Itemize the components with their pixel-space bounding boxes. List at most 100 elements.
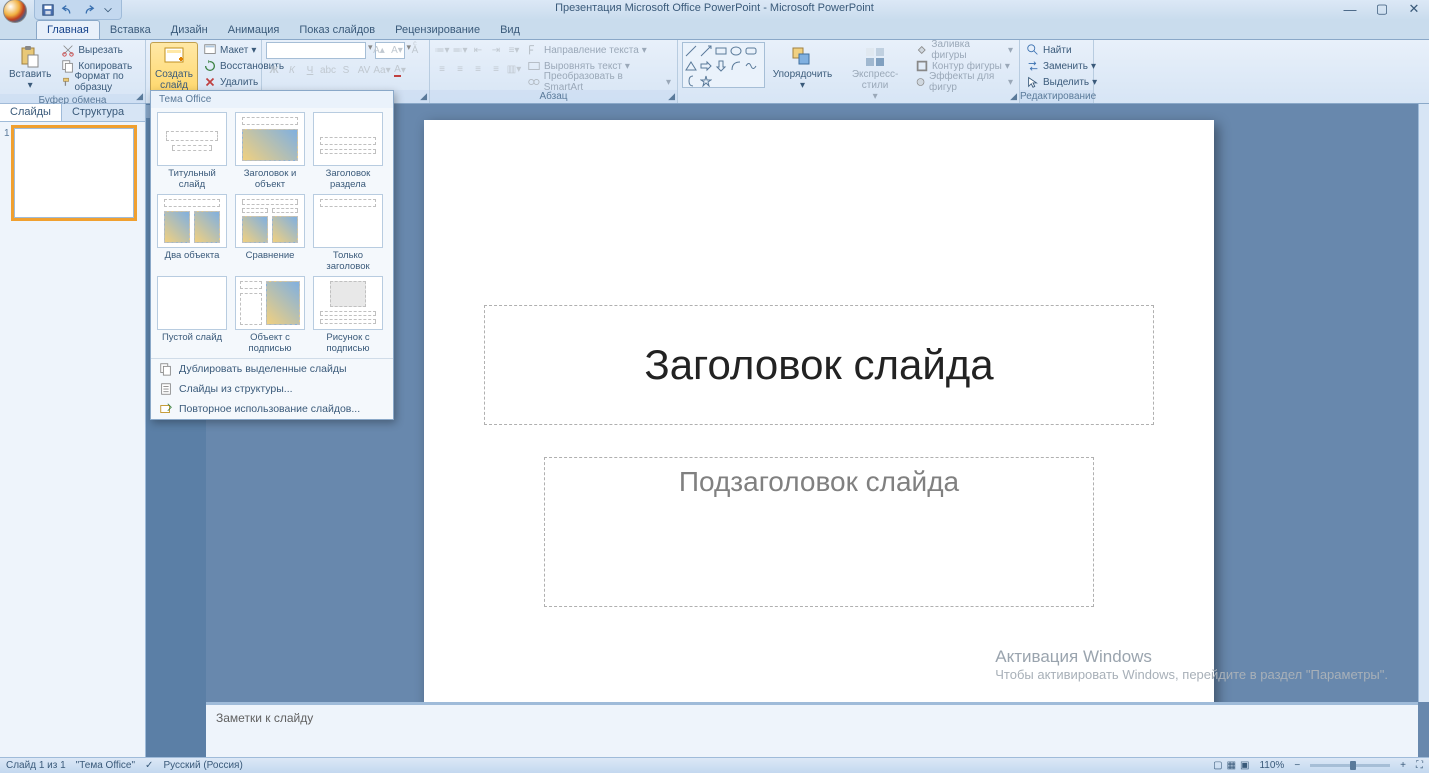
format-painter-button[interactable]: Формат по образцу — [59, 74, 141, 90]
underline-button[interactable]: Ч — [302, 62, 318, 78]
spellcheck-icon[interactable]: ✓ — [145, 760, 153, 771]
line-spacing-button[interactable]: ≡▾ — [506, 42, 522, 58]
tab-insert[interactable]: Вставка — [100, 21, 161, 39]
clear-format-button[interactable]: Aͨ — [407, 42, 423, 58]
arrange-button[interactable]: Упорядочить▾ — [768, 42, 838, 94]
decrease-indent-button[interactable]: ⇤ — [470, 42, 486, 58]
ribbon-tabs: Главная Вставка Дизайн Анимация Показ сл… — [0, 20, 1429, 40]
maximize-button[interactable]: ▢ — [1371, 0, 1393, 18]
slides-from-outline-cmd[interactable]: Слайды из структуры... — [151, 379, 393, 399]
align-right-button[interactable]: ≡ — [470, 61, 486, 77]
tab-home[interactable]: Главная — [36, 20, 100, 39]
undo-icon[interactable] — [61, 3, 75, 17]
columns-button[interactable]: ▥▾ — [506, 61, 522, 77]
title-placeholder[interactable]: Заголовок слайда — [484, 305, 1154, 425]
save-icon[interactable] — [41, 3, 55, 17]
redo-icon[interactable] — [81, 3, 95, 17]
zoom-level[interactable]: 110% — [1259, 760, 1284, 771]
layout-title-content[interactable]: Заголовок и объект — [233, 112, 307, 190]
layout-section-header[interactable]: Заголовок раздела — [311, 112, 385, 190]
thumb-number: 1 — [4, 128, 10, 218]
left-pane-tabs: Слайды Структура — [0, 104, 145, 122]
shape-roundrect-icon — [745, 45, 757, 57]
tab-review[interactable]: Рецензирование — [385, 21, 490, 39]
layout-content-caption[interactable]: Объект с подписью — [233, 276, 307, 354]
layout-picture-caption[interactable]: Рисунок с подписью — [311, 276, 385, 354]
tab-slides-thumbnails[interactable]: Слайды — [0, 104, 62, 121]
numbering-button[interactable]: ≕▾ — [452, 42, 468, 58]
paste-button[interactable]: Вставить▾ — [4, 42, 56, 94]
layout-icon — [203, 43, 217, 57]
change-case-button[interactable]: Aa▾ — [374, 62, 390, 78]
fit-window-button[interactable]: ⛶ — [1416, 760, 1423, 771]
text-direction-button[interactable]: Направление текста ▾ — [525, 42, 673, 58]
group-drawing: Упорядочить▾ Экспресс-стили▾ Заливка фиг… — [678, 40, 1020, 103]
effects-icon — [915, 75, 926, 89]
strikethrough-button[interactable]: abc — [320, 62, 336, 78]
subtitle-placeholder[interactable]: Подзаголовок слайда — [544, 457, 1094, 607]
minimize-button[interactable]: ― — [1339, 0, 1361, 18]
tab-view[interactable]: Вид — [490, 21, 530, 39]
close-button[interactable]: ✕ — [1403, 0, 1425, 18]
notes-pane[interactable]: Заметки к слайду — [206, 702, 1418, 757]
layout-popup-header: Тема Office — [151, 91, 393, 108]
slide-thumbnail-row: 1 — [0, 122, 145, 224]
align-left-button[interactable]: ≡ — [434, 61, 450, 77]
align-center-button[interactable]: ≡ — [452, 61, 468, 77]
shape-arrow-icon — [700, 45, 712, 57]
normal-view-button[interactable]: ▢ — [1213, 760, 1222, 771]
layout-blank[interactable]: Пустой слайд — [155, 276, 229, 354]
bold-button[interactable]: Ж — [266, 62, 282, 78]
paragraph-dialog-launcher[interactable]: ◢ — [668, 91, 675, 102]
bullets-button[interactable]: ≔▾ — [434, 42, 450, 58]
slide-canvas[interactable]: Заголовок слайда Подзаголовок слайда — [424, 120, 1214, 702]
char-spacing-button[interactable]: AV — [356, 62, 372, 78]
zoom-slider[interactable] — [1310, 764, 1390, 767]
layout-title-slide[interactable]: Титульный слайд — [155, 112, 229, 190]
zoom-in-button[interactable]: + — [1400, 760, 1406, 771]
layout-title-only[interactable]: Только заголовок — [311, 194, 385, 272]
group-editing: Найти Заменить ▾ Выделить ▾ Редактирован… — [1020, 40, 1094, 103]
cut-button[interactable]: Вырезать — [59, 42, 141, 58]
font-name-combo[interactable] — [266, 42, 366, 59]
shrink-font-button[interactable]: A▾ — [389, 42, 405, 58]
duplicate-slides-cmd[interactable]: Дублировать выделенные слайды — [151, 359, 393, 379]
shapes-gallery[interactable] — [682, 42, 765, 88]
zoom-out-button[interactable]: − — [1294, 760, 1300, 771]
group-paragraph-title: Абзац — [430, 90, 677, 103]
shape-effects-button[interactable]: Эффекты для фигур ▾ — [913, 74, 1015, 90]
increase-indent-button[interactable]: ⇥ — [488, 42, 504, 58]
quick-styles-button[interactable]: Экспресс-стили▾ — [840, 42, 910, 105]
drawing-dialog-launcher[interactable]: ◢ — [1010, 91, 1017, 102]
new-slide-layout-popup: Тема Office Титульный слайд Заголовок и … — [150, 90, 394, 420]
find-button[interactable]: Найти — [1024, 42, 1099, 58]
status-language[interactable]: Русский (Россия) — [163, 760, 242, 771]
clipboard-dialog-launcher[interactable]: ◢ — [136, 91, 143, 102]
convert-smartart-button[interactable]: Преобразовать в SmartArt ▾ — [525, 74, 673, 90]
tab-slideshow[interactable]: Показ слайдов — [289, 21, 385, 39]
slide-thumbnail-1[interactable] — [14, 128, 134, 218]
select-button[interactable]: Выделить ▾ — [1024, 74, 1099, 90]
smartart-icon — [527, 75, 541, 89]
tab-animation[interactable]: Анимация — [218, 21, 290, 39]
font-dialog-launcher[interactable]: ◢ — [420, 91, 427, 102]
grow-font-button[interactable]: A▴ — [371, 42, 387, 58]
justify-button[interactable]: ≡ — [488, 61, 504, 77]
slideshow-view-button[interactable]: ▣ — [1240, 760, 1249, 771]
tab-design[interactable]: Дизайн — [161, 21, 218, 39]
qat-dropdown-icon[interactable] — [101, 3, 115, 17]
arrange-icon — [790, 45, 814, 69]
layout-comparison[interactable]: Сравнение — [233, 194, 307, 272]
tab-outline[interactable]: Структура — [62, 104, 134, 121]
layout-two-content[interactable]: Два объекта — [155, 194, 229, 272]
reuse-icon — [159, 402, 173, 416]
replace-button[interactable]: Заменить ▾ — [1024, 58, 1099, 74]
reuse-slides-cmd[interactable]: Повторное использование слайдов... — [151, 399, 393, 419]
shape-fill-button[interactable]: Заливка фигуры ▾ — [913, 42, 1015, 58]
italic-button[interactable]: К — [284, 62, 300, 78]
font-color-button[interactable]: A▾ — [392, 62, 408, 78]
vertical-scrollbar[interactable] — [1418, 104, 1429, 702]
sorter-view-button[interactable]: ▦ — [1227, 760, 1236, 771]
shadow-button[interactable]: S — [338, 62, 354, 78]
office-button[interactable] — [3, 0, 27, 23]
